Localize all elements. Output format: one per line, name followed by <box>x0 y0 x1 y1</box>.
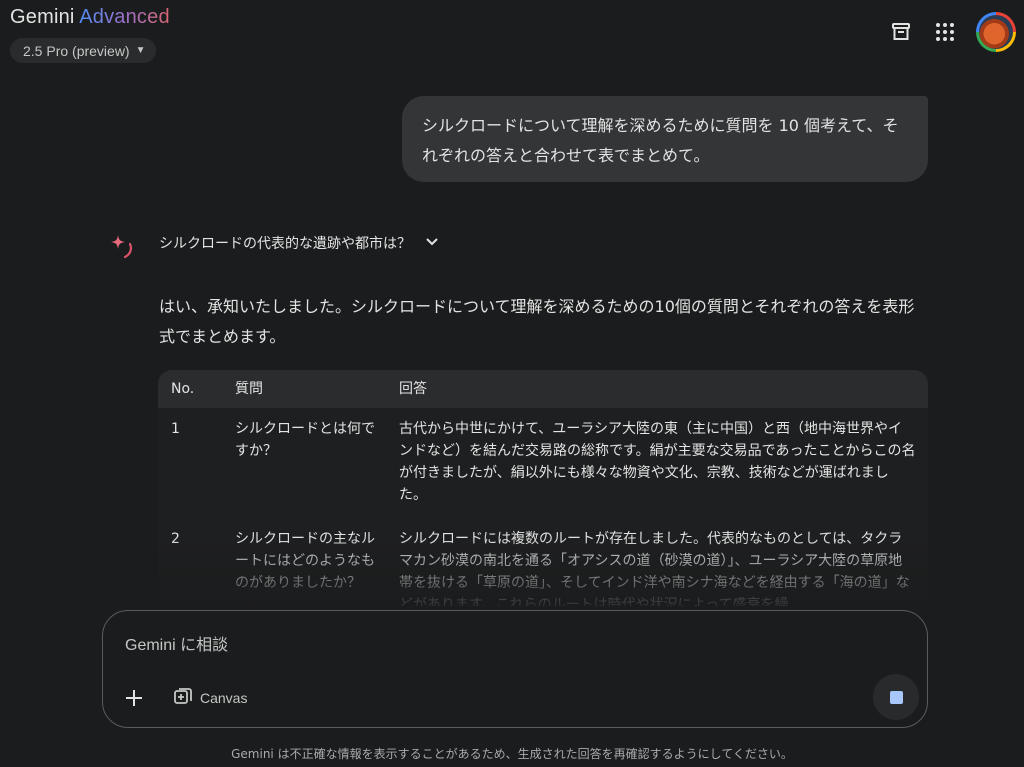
cell-question: シルクロードとは何ですか？ <box>235 421 375 459</box>
response-intro: はい、承知いたしました。シルクロードについて理解を深めるための10個の質問とそれ… <box>159 297 915 346</box>
table-row: 2 シルクロードの主なルートにはどのようなものがありましたか？ シルクロードには… <box>158 518 928 606</box>
archive-icon[interactable] <box>888 19 914 45</box>
chevron-down-icon <box>425 235 439 251</box>
cell-answer: シルクロードには複数のルートが存在しました。代表的なものとしては、タクラマカン砂… <box>399 531 910 606</box>
plus-icon[interactable] <box>121 685 147 711</box>
canvas-icon <box>173 687 193 710</box>
cell-question: シルクロードの主なルートにはどのようなものがありましたか？ <box>235 531 375 591</box>
table-row: 1 シルクロードとは何ですか？ 古代から中世にかけて、ユーラシア大陸の東（主に中… <box>158 408 928 518</box>
thought-summary-toggle[interactable]: シルクロードの代表的な遺跡や都市は？ <box>159 232 439 254</box>
header-no: No. <box>171 381 195 397</box>
stop-button[interactable] <box>873 674 919 720</box>
model-selector[interactable]: 2.5 Pro (preview) ▼ <box>10 38 156 63</box>
table-header-row: No. 質問 回答 <box>158 370 928 408</box>
brand-accent: Advanced <box>79 6 170 28</box>
top-actions <box>888 12 1016 52</box>
cell-no: 2 <box>171 531 180 547</box>
caret-down-icon: ▼ <box>135 45 146 56</box>
disclaimer: Gemini は不正確な情報を表示することがあるため、生成された回答を再確認する… <box>231 747 793 761</box>
canvas-button[interactable]: Canvas <box>173 685 247 711</box>
user-message: シルクロードについて理解を深めるために質問を 10 個考えて、それぞれの答えと合… <box>402 96 928 182</box>
thought-title: シルクロードの代表的な遺跡や都市は？ <box>159 236 411 252</box>
canvas-label: Canvas <box>200 690 248 706</box>
response-table: No. 質問 回答 1 シルクロードとは何ですか？ 古代から中世にかけて、ユーラ… <box>158 370 928 606</box>
sparkle-icon <box>108 232 138 266</box>
prompt-input[interactable]: Gemini に相談 <box>125 631 228 655</box>
brand-main: Gemini <box>10 6 75 28</box>
app-title: Gemini Advanced <box>10 6 170 29</box>
avatar-image <box>979 15 1013 49</box>
header-answer: 回答 <box>399 381 427 397</box>
header-question: 質問 <box>235 381 263 397</box>
stop-icon <box>889 690 903 704</box>
prompt-input-box[interactable]: Gemini に相談 Canvas <box>102 610 928 728</box>
cell-no: 1 <box>171 421 180 437</box>
model-label: 2.5 Pro (preview) <box>23 42 130 59</box>
apps-grid-icon[interactable] <box>932 19 958 45</box>
cell-answer: 古代から中世にかけて、ユーラシア大陸の東（主に中国）と西（地中海世界やインドなど… <box>399 421 916 503</box>
top-bar: Gemini Advanced 2.5 Pro (preview) ▼ <box>0 0 1024 70</box>
avatar[interactable] <box>976 12 1016 52</box>
